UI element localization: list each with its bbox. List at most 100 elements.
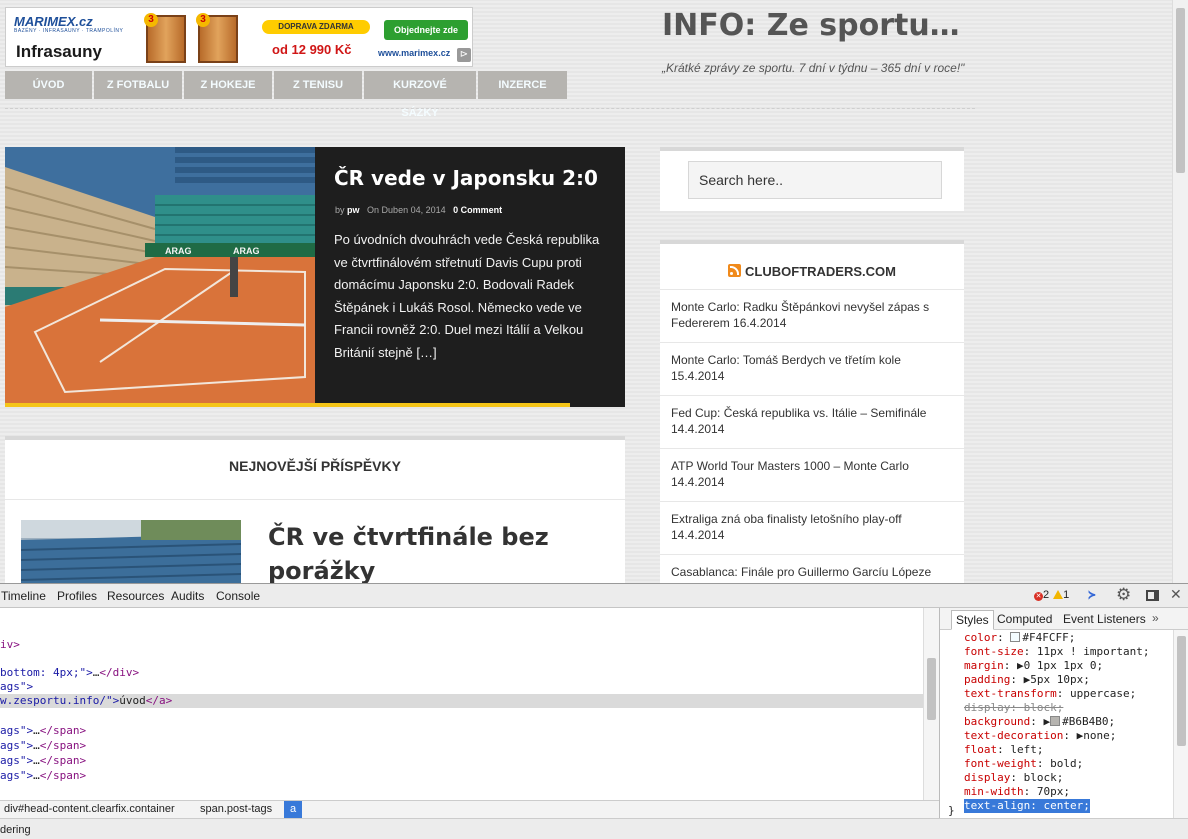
page-scrollbar[interactable] xyxy=(1172,0,1188,583)
feed-item[interactable]: ATP World Tour Masters 1000 – Monte Carl… xyxy=(660,449,964,502)
css-declaration[interactable]: padding: ▶5px 10px; xyxy=(964,673,1090,687)
css-declaration[interactable]: text-transform: uppercase; xyxy=(964,687,1136,701)
more-tabs-icon[interactable]: » xyxy=(1152,611,1159,625)
css-declaration[interactable]: text-decoration: ▶none; xyxy=(964,729,1116,743)
order-button[interactable]: Objednejte zde xyxy=(384,20,468,40)
feed-item[interactable]: Fed Cup: Česká republika vs. Itálie – Se… xyxy=(660,396,964,449)
dom-attr-value: w.zesportu.info/"> xyxy=(0,694,120,707)
css-value: bold; xyxy=(1050,757,1084,770)
css-declaration[interactable]: margin: ▶0 1px 1px 0; xyxy=(964,659,1103,673)
feed-item-text: Monte Carlo: Tomáš Berdych ve třetím kol… xyxy=(671,353,901,383)
feed-item[interactable]: Casablanca: Finále pro Guillermo Garcíu … xyxy=(660,555,964,583)
breadcrumb-item[interactable]: span.post-tags xyxy=(200,803,272,815)
dom-attr-value: ags"> xyxy=(0,724,34,737)
latest-post-title[interactable]: ČR ve čtvrtfinále bez porážky xyxy=(268,520,568,583)
nav-item-inzerce[interactable]: INZERCE xyxy=(478,71,567,99)
css-declaration[interactable]: font-size: 11px ! important; xyxy=(964,645,1149,659)
dom-node-line[interactable]: ags">…</span> xyxy=(0,724,923,738)
nav-item-kurzove-sazky[interactable]: KURZOVÉ SÁZKY xyxy=(364,71,476,119)
banner-url[interactable]: www.marimex.cz xyxy=(378,48,450,58)
post-comments-link[interactable]: 0 Comment xyxy=(453,205,502,215)
tab-audits[interactable]: Audits xyxy=(171,589,204,603)
elements-tree[interactable]: iv> bottom: 4px;">…</div> ags"> w.zespor… xyxy=(0,608,923,800)
featured-post-title[interactable]: ČR vede v Japonsku 2:0 xyxy=(334,166,598,190)
css-value: ▶5px 10px; xyxy=(1023,673,1090,686)
tab-resources[interactable]: Resources xyxy=(107,589,164,603)
page-scrollbar-thumb[interactable] xyxy=(1176,8,1185,173)
tab-styles[interactable]: Styles xyxy=(951,610,994,630)
tab-profiles[interactable]: Profiles xyxy=(57,589,97,603)
dom-node-line[interactable]: bottom: 4px;">…</div> xyxy=(0,666,923,680)
nav-item-z-fotbalu[interactable]: Z FOTBALU xyxy=(94,71,182,99)
close-icon[interactable]: ✕ xyxy=(1170,587,1182,603)
css-property: text-transform xyxy=(964,687,1057,700)
tab-event-listeners[interactable]: Event Listeners xyxy=(1063,612,1146,626)
show-console-icon[interactable]: ≻ xyxy=(1088,588,1096,603)
featured-stadium-banner: ARAG xyxy=(165,246,192,256)
tab-computed[interactable]: Computed xyxy=(997,612,1052,626)
featured-post-excerpt: Po úvodních dvouhrách vede Česká republi… xyxy=(334,232,600,360)
breadcrumb-item[interactable]: div#head-content.clearfix.container xyxy=(4,803,175,815)
settings-gear-icon[interactable]: ⚙ xyxy=(1116,585,1131,605)
rss-feed-widget: CLUBOFTRADERS.COM Monte Carlo: Radku Ště… xyxy=(660,240,964,583)
feed-item[interactable]: Monte Carlo: Tomáš Berdych ve třetím kol… xyxy=(660,343,964,396)
color-swatch-icon[interactable] xyxy=(1050,716,1061,726)
dom-collapsed: … xyxy=(33,739,40,752)
styles-pane: Styles Computed Event Listeners » color:… xyxy=(939,608,1188,818)
nav-item-z-tenisu[interactable]: Z TENISU xyxy=(274,71,362,99)
feed-heading[interactable]: CLUBOFTRADERS.COM xyxy=(660,264,964,279)
nav-item-uvod[interactable]: ÚVOD xyxy=(5,71,92,99)
error-count: 2 xyxy=(1043,589,1050,601)
dom-node-line[interactable]: ags">…</span> xyxy=(0,739,923,753)
search-input[interactable] xyxy=(688,161,942,199)
elements-scrollbar-thumb[interactable] xyxy=(927,658,936,720)
dom-collapsed: … xyxy=(33,754,40,767)
ad-choices-icon[interactable]: ⊳ xyxy=(457,48,471,62)
dom-node-line[interactable]: ags">…</span> xyxy=(0,769,923,783)
tab-console[interactable]: Console xyxy=(216,589,260,603)
dock-toggle-icon[interactable] xyxy=(1146,590,1159,601)
css-property: display xyxy=(964,701,1011,714)
styles-scrollbar-thumb[interactable] xyxy=(1177,636,1186,746)
dom-attr-value: ags"> xyxy=(0,754,34,767)
nav-item-z-hokeje[interactable]: Z HOKEJE xyxy=(184,71,272,99)
dom-node-line-selected[interactable]: w.zesportu.info/">úvod</a> xyxy=(0,694,923,708)
css-declaration[interactable]: background: ▶ #B6B4B0; xyxy=(964,715,1115,729)
css-declaration[interactable]: display: block; xyxy=(964,701,1063,715)
css-declaration[interactable]: min-width: 70px; xyxy=(964,785,1070,799)
devtools-panel: Timeline Profiles Resources Audits Conso… xyxy=(0,583,1188,839)
tab-timeline[interactable]: Timeline xyxy=(1,589,46,603)
elements-scrollbar[interactable] xyxy=(923,608,939,800)
post-author[interactable]: pw xyxy=(347,205,360,215)
dom-node-line[interactable]: ags">…</span> xyxy=(0,754,923,768)
advertisement-banner[interactable]: MARIMEX.cz BAZÉNY · INFRASAUNY · TRAMPOL… xyxy=(5,7,473,67)
feed-item[interactable]: Monte Carlo: Radku Štěpánkovi nevyšel zá… xyxy=(660,290,964,343)
css-value: ▶none; xyxy=(1076,729,1117,742)
styles-scrollbar[interactable] xyxy=(1173,630,1188,818)
featured-post[interactable]: ARAG ARAG ČR vede v Japonsku 2:0 by pw O… xyxy=(5,147,625,407)
dom-node-line[interactable]: ags"> xyxy=(0,680,923,694)
feed-item-text: Extraliga zná oba finalisty letošního pl… xyxy=(671,512,902,542)
site-title[interactable]: INFO: Ze sportu… xyxy=(662,8,960,43)
css-declaration[interactable]: text-align: center; xyxy=(964,799,1090,813)
color-swatch-icon[interactable] xyxy=(1010,632,1021,642)
header-divider xyxy=(5,108,975,109)
post-date: On Duben 04, 2014 xyxy=(367,205,446,215)
css-property: display xyxy=(964,771,1011,784)
css-declaration[interactable]: font-weight: bold; xyxy=(964,757,1083,771)
latest-post-thumbnail[interactable] xyxy=(21,520,241,583)
css-property: text-decoration xyxy=(964,729,1064,742)
css-declaration[interactable]: display: block; xyxy=(964,771,1063,785)
error-warning-counter[interactable]: ✕ 2 1 xyxy=(1034,589,1069,601)
feed-item[interactable]: Extraliga zná oba finalisty letošního pl… xyxy=(660,502,964,555)
featured-accent-bar xyxy=(5,403,570,407)
featured-post-image[interactable]: ARAG ARAG xyxy=(5,147,315,404)
latest-divider xyxy=(5,499,625,500)
error-icon: ✕ xyxy=(1034,592,1043,601)
css-declaration[interactable]: color: #F4FCFF; xyxy=(964,631,1075,645)
dom-collapsed: … xyxy=(33,724,40,737)
dom-breadcrumb: div#head-content.clearfix.container span… xyxy=(0,800,939,818)
breadcrumb-item-active[interactable]: a xyxy=(284,801,303,818)
css-declaration[interactable]: float: left; xyxy=(964,743,1044,757)
dom-node-line[interactable]: iv> xyxy=(0,638,923,652)
